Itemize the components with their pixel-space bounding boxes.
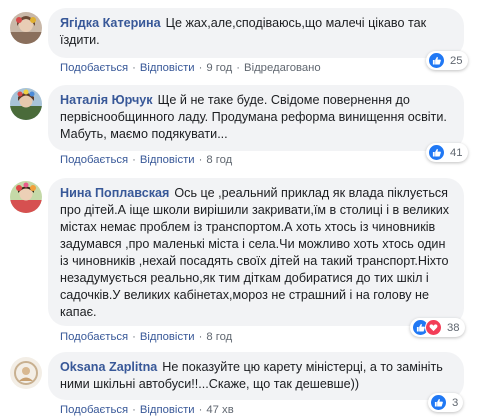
comment-text: Ось це ,реальний приклад як влада піклує… xyxy=(60,186,450,319)
avatar[interactable] xyxy=(10,88,42,120)
avatar[interactable] xyxy=(10,181,42,213)
reaction-count: 3 xyxy=(452,396,459,409)
comment-actions: Подобається · Відповісти · 9 год · Відредагова… xyxy=(60,62,321,74)
reaction-count: 38 xyxy=(447,321,460,334)
separator: · xyxy=(132,62,136,74)
thumbs-up-icon xyxy=(430,394,447,411)
comment-time[interactable]: 8 год xyxy=(206,331,232,343)
comment-time[interactable]: 9 год xyxy=(206,62,232,74)
separator: · xyxy=(198,404,203,416)
comment-actions: Подобається · Відповісти · 47 хв xyxy=(60,404,234,416)
thumbs-up-icon xyxy=(428,144,445,161)
comment-author[interactable]: Наталія Юрчук xyxy=(60,93,153,107)
comment-bubble: Наталія Юрчук Ще й не таке буде. Свідоме … xyxy=(48,85,464,151)
reply-link[interactable]: Відповісти xyxy=(140,154,195,166)
reaction-summary[interactable]: 41 xyxy=(426,143,468,162)
thumbs-up-icon xyxy=(428,52,445,69)
avatar[interactable] xyxy=(10,357,42,389)
like-link[interactable]: Подобається xyxy=(60,404,128,416)
separator: · xyxy=(198,62,203,74)
comment-author[interactable]: Oksana Zaplitna xyxy=(60,360,157,374)
comment-actions: Подобається · Відповісти · 8 год xyxy=(60,154,232,166)
reply-link[interactable]: Відповісти xyxy=(140,62,195,74)
separator: · xyxy=(236,62,241,74)
comment-bubble: Ягідка Катерина Це жах,але,сподіваюсь,що … xyxy=(48,8,464,58)
edited-label[interactable]: Відредаговано xyxy=(244,62,321,74)
reply-link[interactable]: Відповісти xyxy=(140,404,195,416)
reaction-count: 25 xyxy=(450,54,463,67)
reaction-summary[interactable]: 38 xyxy=(410,318,465,337)
heart-icon xyxy=(425,319,442,336)
reaction-count: 41 xyxy=(450,146,463,159)
comment-bubble: Oksana Zaplitna Не показуйте цю карету мі… xyxy=(48,352,464,400)
comment-actions: Подобається · Відповісти · 8 год xyxy=(60,331,232,343)
like-link[interactable]: Подобається xyxy=(60,154,128,166)
reply-link[interactable]: Відповісти xyxy=(140,331,195,343)
reaction-summary[interactable]: 25 xyxy=(426,51,468,70)
comment-time[interactable]: 8 год xyxy=(206,154,232,166)
separator: · xyxy=(132,404,136,416)
separator: · xyxy=(132,331,136,343)
separator: · xyxy=(132,154,136,166)
avatar[interactable] xyxy=(10,12,42,44)
like-link[interactable]: Подобається xyxy=(60,62,128,74)
comment-author[interactable]: Ягідка Катерина xyxy=(60,16,161,30)
like-link[interactable]: Подобається xyxy=(60,331,128,343)
comment-author[interactable]: Нина Поплавская xyxy=(60,186,169,200)
comment-time[interactable]: 47 хв xyxy=(206,404,233,416)
separator: · xyxy=(198,154,203,166)
separator: · xyxy=(198,331,203,343)
comment-bubble: Нина Поплавская Ось це ,реальний приклад … xyxy=(48,178,464,326)
reaction-summary[interactable]: 3 xyxy=(428,393,464,412)
